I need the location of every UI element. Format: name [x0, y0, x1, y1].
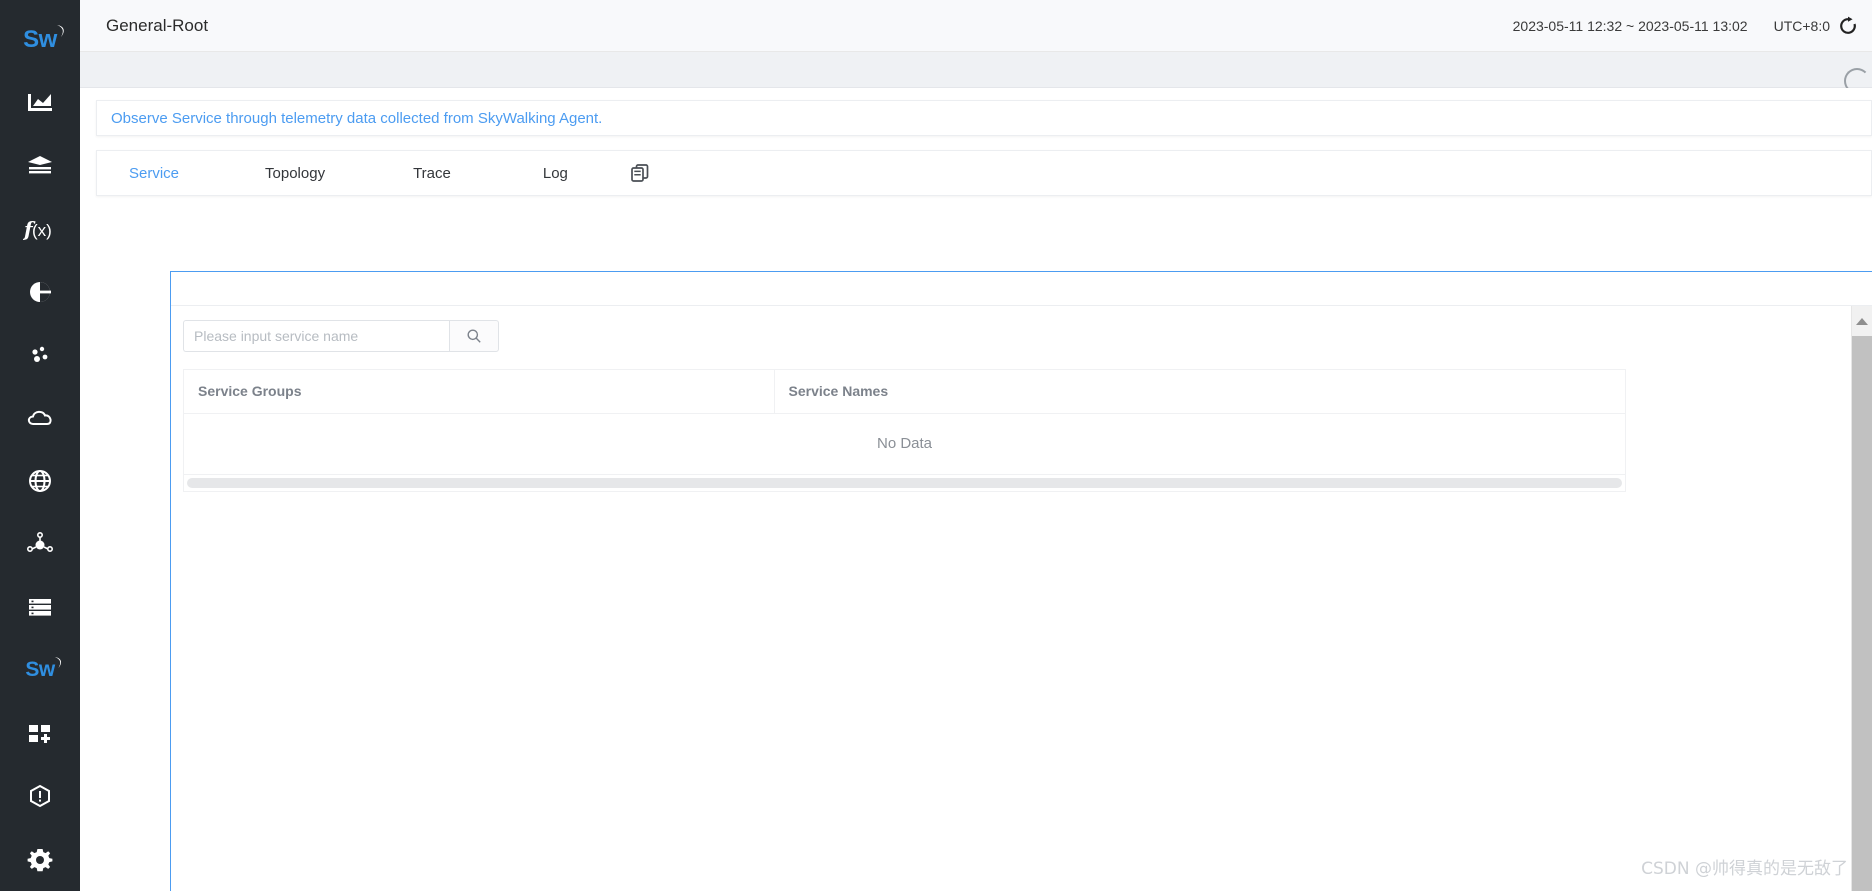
column-header-service-names: Service Names — [774, 370, 1625, 414]
cloud-icon — [27, 410, 52, 425]
sidebar-item-alarm[interactable] — [0, 765, 80, 828]
tab-topology[interactable]: Topology — [255, 165, 335, 182]
scatter-icon — [32, 346, 48, 362]
sidebar-item-dashboard[interactable] — [0, 71, 80, 134]
page-body: Observe Service through telemetry data c… — [80, 88, 1872, 891]
tab-bar: Service Topology Trace Log — [96, 150, 1872, 196]
info-banner-text: Observe Service through telemetry data c… — [111, 109, 603, 127]
scrollbar-thumb[interactable] — [1852, 336, 1872, 891]
service-table: Service Groups Service Names No Data — [184, 370, 1625, 475]
table-horizontal-scrollbar[interactable] — [187, 477, 1622, 488]
server-stack-icon — [29, 599, 51, 616]
info-banner: Observe Service through telemetry data c… — [96, 100, 1872, 136]
service-search-row — [183, 320, 499, 352]
copy-pages-icon[interactable] — [630, 163, 650, 183]
sidebar-item-skywalking[interactable]: Sw — [0, 639, 80, 702]
sidebar-item-function[interactable]: f (x) — [0, 197, 80, 260]
layers-icon — [28, 155, 52, 174]
scrollbar-track[interactable] — [1851, 336, 1872, 891]
tab-trace[interactable]: Trace — [403, 165, 461, 182]
no-data-text: No Data — [184, 413, 1625, 475]
table-header-row: Service Groups Service Names — [184, 370, 1625, 414]
add-widget-icon — [29, 725, 50, 744]
top-header: General-Root 2023-05-11 12:32 ~ 2023-05-… — [80, 0, 1872, 52]
service-panel: Service Groups Service Names No Data — [170, 271, 1872, 891]
tab-service[interactable]: Service — [119, 165, 189, 182]
page-vertical-scrollbar[interactable] — [1851, 306, 1872, 891]
search-button[interactable] — [449, 320, 499, 352]
globe-icon — [29, 470, 51, 493]
sidebar-item-charts[interactable] — [0, 260, 80, 323]
sidebar-logo[interactable]: Sw — [0, 8, 80, 71]
tab-log[interactable]: Log — [533, 165, 578, 182]
timezone-label: UTC+8:0 — [1773, 17, 1830, 34]
sidebar-skywalking-label: Sw — [25, 658, 55, 682]
sidebar-item-global[interactable] — [0, 450, 80, 513]
main-column: General-Root 2023-05-11 12:32 ~ 2023-05-… — [80, 0, 1872, 891]
scrollbar-up-button[interactable] — [1851, 306, 1872, 336]
sidebar-item-settings[interactable] — [0, 828, 80, 891]
alarm-icon — [30, 785, 50, 808]
sub-toolbar — [80, 52, 1872, 94]
chevron-up-icon — [1856, 317, 1868, 325]
sidebar-item-topology[interactable] — [0, 513, 80, 576]
panel-content: Service Groups Service Names No Data — [171, 306, 1872, 492]
refresh-icon[interactable] — [1838, 16, 1858, 36]
skywalking-logo-icon — [56, 24, 64, 37]
search-icon — [467, 329, 481, 343]
sidebar-logo-label: Sw — [23, 25, 57, 53]
table-empty-row: No Data — [184, 413, 1625, 475]
sidebar-item-cloud[interactable] — [0, 386, 80, 449]
sidebar-item-scatter[interactable] — [0, 323, 80, 386]
time-range-label[interactable]: 2023-05-11 12:32 ~ 2023-05-11 13:02 — [1513, 18, 1748, 34]
sidebar-item-layers[interactable] — [0, 134, 80, 197]
skywalking-icon — [54, 657, 61, 669]
header-right-group: 2023-05-11 12:32 ~ 2023-05-11 13:02 UTC+… — [1513, 16, 1858, 36]
app-root: Sw f (x) Sw General-Root 2023-05-11 12:3… — [0, 0, 1872, 891]
function-icon: f (x) — [23, 217, 52, 241]
search-input[interactable] — [183, 320, 449, 352]
pie-chart-icon — [30, 281, 51, 302]
panel-header — [171, 272, 1872, 306]
topology-node-icon — [27, 532, 53, 553]
page-title: General-Root — [106, 15, 209, 35]
sidebar: Sw f (x) Sw — [0, 0, 80, 891]
dashboard-icon — [28, 93, 52, 111]
svg-text:(x): (x) — [32, 221, 52, 240]
settings-gear-icon — [27, 848, 53, 871]
service-table-wrapper: Service Groups Service Names No Data — [183, 369, 1626, 492]
sidebar-item-servers[interactable] — [0, 576, 80, 639]
column-header-service-groups: Service Groups — [184, 370, 775, 414]
sidebar-item-add-widget[interactable] — [0, 702, 80, 765]
timezone-group: UTC+8:0 — [1774, 16, 1858, 36]
